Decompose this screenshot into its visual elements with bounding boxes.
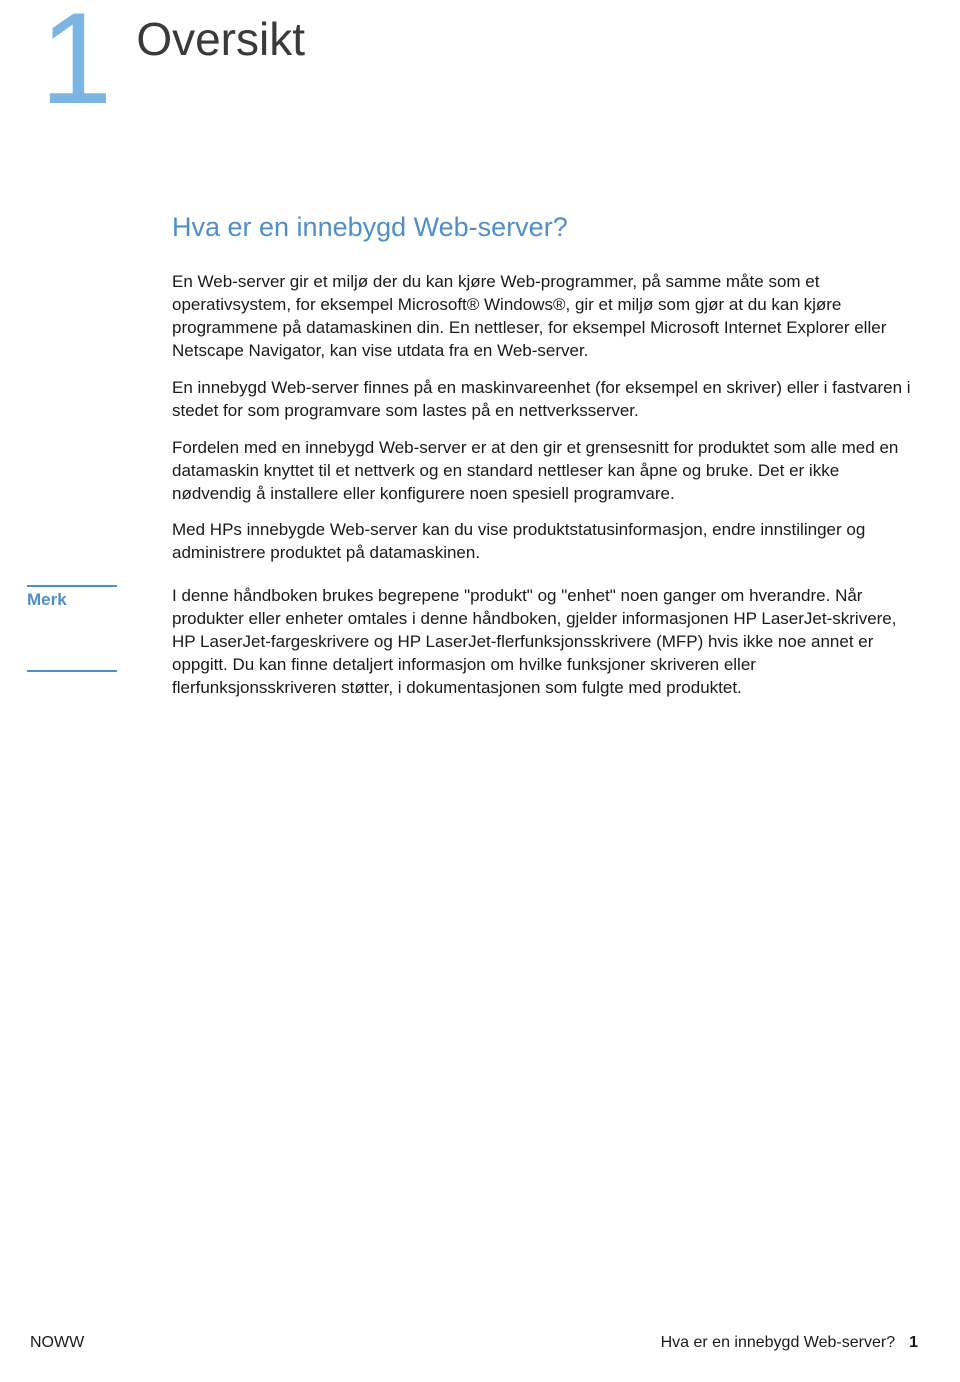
- body-paragraph: En Web-server gir et miljø der du kan kj…: [172, 271, 918, 363]
- footer-left-text: NOWW: [30, 1334, 84, 1352]
- body-paragraph: Fordelen med en innebygd Web-server er a…: [172, 437, 918, 506]
- page-number: 1: [909, 1334, 918, 1352]
- footer-section-title: Hva er en innebygd Web-server?: [661, 1334, 896, 1352]
- note-label-wrapper: Merk: [27, 585, 172, 714]
- note-block: Merk I denne håndboken brukes begrepene …: [172, 585, 918, 714]
- content-body: Hva er en innebygd Web-server? En Web-se…: [0, 117, 960, 714]
- section-heading: Hva er en innebygd Web-server?: [172, 212, 918, 243]
- note-content: I denne håndboken brukes begrepene "prod…: [172, 585, 918, 714]
- body-paragraph: En innebygd Web-server finnes på en mask…: [172, 377, 918, 423]
- note-text: I denne håndboken brukes begrepene "prod…: [172, 585, 918, 700]
- note-label: Merk: [27, 585, 117, 672]
- chapter-title: Oversikt: [136, 0, 305, 66]
- footer-right: Hva er en innebygd Web-server? 1: [661, 1334, 918, 1352]
- body-paragraph: Med HPs innebygde Web-server kan du vise…: [172, 519, 918, 565]
- chapter-number: 1: [40, 0, 106, 117]
- page-footer: NOWW Hva er en innebygd Web-server? 1: [0, 1334, 960, 1352]
- page-header: 1 Oversikt: [0, 0, 960, 117]
